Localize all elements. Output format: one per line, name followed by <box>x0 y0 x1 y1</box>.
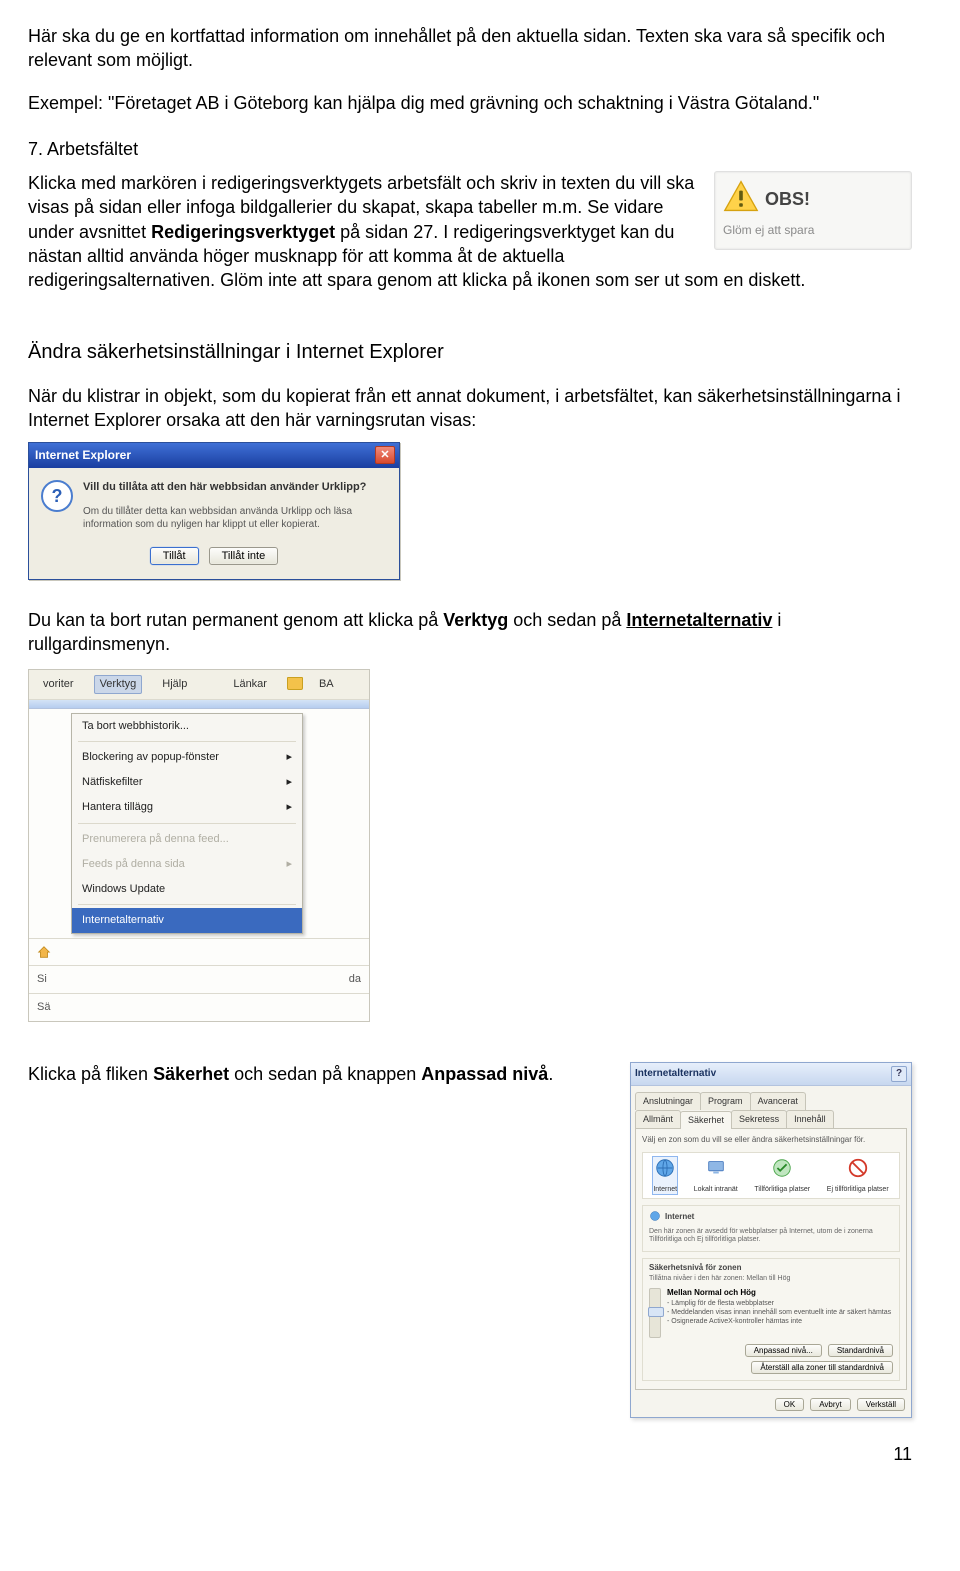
verktyg-menu-screenshot: voriter Verktyg Hjälp Länkar BA Ta bort … <box>28 669 370 1022</box>
menubar-tools[interactable]: Verktyg <box>94 675 143 694</box>
slider-thumb[interactable] <box>648 1307 664 1317</box>
zone-local-intranet[interactable]: Lokalt intranät <box>694 1157 738 1194</box>
zone-internet-group: Internet Den här zonen är avsedd för web… <box>642 1205 900 1252</box>
side-label-da: da <box>349 972 361 987</box>
ok-button[interactable]: OK <box>775 1398 805 1411</box>
dialog-question: Vill du tillåta att den här webbsidan an… <box>83 480 387 495</box>
ie-section-p1: När du klistrar in objekt, som du kopier… <box>28 384 912 433</box>
computer-icon <box>705 1157 727 1182</box>
folder-icon[interactable] <box>287 677 305 692</box>
obs-subtitle: Glöm ej att spara <box>723 222 903 238</box>
intro-p2: Exempel: "Företaget AB i Göteborg kan hj… <box>28 91 912 115</box>
obs-title: OBS! <box>765 187 810 211</box>
home-icon[interactable] <box>37 945 51 959</box>
side-label-si: Si <box>37 972 47 987</box>
level-range: Tillåtna nivåer i den här zonen: Mellan … <box>649 1275 893 1283</box>
custom-level-button[interactable]: Anpassad nivå... <box>745 1344 822 1357</box>
level-group-title: Säkerhetsnivå för zonen <box>649 1263 893 1274</box>
chevron-right-icon: ▸ <box>286 857 292 872</box>
menu-manage-addons[interactable]: Hantera tillägg▸ <box>72 795 302 820</box>
page-number: 11 <box>28 1442 912 1466</box>
menubar-help[interactable]: Hjälp <box>156 675 193 694</box>
menu-phishing-filter[interactable]: Nätfiskefilter▸ <box>72 770 302 795</box>
default-level-button[interactable]: Standardnivå <box>828 1344 893 1357</box>
tab-advanced[interactable]: Avancerat <box>750 1092 806 1110</box>
deny-button[interactable]: Tillåt inte <box>209 547 279 565</box>
ie-menubar: voriter Verktyg Hjälp Länkar BA <box>29 670 369 700</box>
menubar-favorites[interactable]: voriter <box>37 675 80 694</box>
menu-feeds-on-page: Feeds på denna sida▸ <box>72 852 302 877</box>
tab-privacy[interactable]: Sekretess <box>731 1110 787 1128</box>
tab-security[interactable]: Säkerhet <box>680 1111 732 1129</box>
ia-dialog-buttons: OK Avbryt Verkställ <box>631 1394 911 1417</box>
dialog-titlebar[interactable]: Internet Explorer ✕ <box>29 443 399 468</box>
tab-content[interactable]: Innehåll <box>786 1110 834 1128</box>
ie-sidebar-fragment <box>29 938 369 965</box>
security-level-group: Säkerhetsnivå för zonen Tillåtna nivåer … <box>642 1258 900 1381</box>
zone-description: Välj en zon som du vill se eller ändra s… <box>642 1135 900 1146</box>
ia-title: Internetalternativ <box>635 1067 716 1081</box>
dialog-title: Internet Explorer <box>35 447 131 463</box>
zone-trusted[interactable]: Tillförlitliga platser <box>754 1157 810 1194</box>
reset-zones-button[interactable]: Återställ alla zoner till standardnivå <box>751 1361 893 1374</box>
menubar-links[interactable]: Länkar <box>227 675 273 694</box>
chevron-right-icon: ▸ <box>286 800 292 815</box>
remove-box-paragraph: Du kan ta bort rutan permanent genom att… <box>28 608 912 657</box>
help-icon[interactable]: ? <box>891 1066 907 1082</box>
warning-triangle-icon <box>723 178 759 220</box>
menu-popup-blocker[interactable]: Blockering av popup-fönster▸ <box>72 745 302 770</box>
question-mark-icon: ? <box>41 480 73 512</box>
cancel-button[interactable]: Avbryt <box>810 1398 851 1411</box>
zone-internet-desc: Den här zonen är avsedd för webbplatser … <box>649 1228 893 1245</box>
globe-small-icon <box>649 1210 661 1226</box>
close-icon[interactable]: ✕ <box>375 446 395 464</box>
checkmark-icon <box>771 1157 793 1182</box>
internet-options-dialog: Internetalternativ ? Anslutningar Progra… <box>630 1062 912 1418</box>
zone-internet[interactable]: Internet <box>653 1157 677 1194</box>
ie-clipboard-dialog: Internet Explorer ✕ ? Vill du tillåta at… <box>28 442 400 580</box>
obs-callout: OBS! Glöm ej att spara <box>714 171 912 249</box>
click-tab-paragraph: Klicka på fliken Säkerhet och sedan på k… <box>28 1062 602 1086</box>
intro-p1: Här ska du ge en kortfattad information … <box>28 24 912 73</box>
level-bullets: Lämplig för de flesta webbplatser Meddel… <box>667 1299 891 1327</box>
section-7-heading: 7. Arbetsfältet <box>28 137 912 161</box>
chevron-right-icon: ▸ <box>286 775 292 790</box>
menu-windows-update[interactable]: Windows Update <box>72 877 302 902</box>
tab-connections[interactable]: Anslutningar <box>635 1092 701 1110</box>
menu-subscribe-feed: Prenumerera på denna feed... <box>72 827 302 852</box>
zone-restricted[interactable]: Ej tillförlitliga platser <box>827 1157 889 1194</box>
chevron-right-icon: ▸ <box>286 750 292 765</box>
dialog-description: Om du tillåter detta kan webbsidan använ… <box>83 505 387 531</box>
side-label-sa: Sä <box>37 1000 50 1015</box>
level-name: Mellan Normal och Hög <box>667 1288 891 1299</box>
security-slider[interactable] <box>649 1288 661 1338</box>
tab-programs[interactable]: Program <box>700 1092 751 1110</box>
ie-section-heading: Ändra säkerhetsinställningar i Internet … <box>28 339 912 366</box>
tab-general[interactable]: Allmänt <box>635 1110 681 1128</box>
page-content: Här ska du ge en kortfattad information … <box>28 24 912 1466</box>
ia-tabs: Anslutningar Program Avancerat Allmänt S… <box>631 1086 911 1128</box>
zone-list: Internet Lokalt intranät Tillförlitliga … <box>642 1152 900 1199</box>
addressbar-strip <box>29 700 369 709</box>
ia-titlebar[interactable]: Internetalternativ ? <box>631 1063 911 1086</box>
menu-delete-history[interactable]: Ta bort webbhistorik... <box>72 714 302 739</box>
no-entry-icon <box>847 1157 869 1182</box>
folder-label[interactable]: BA <box>319 677 334 692</box>
globe-icon <box>654 1157 676 1182</box>
apply-button[interactable]: Verkställ <box>857 1398 905 1411</box>
menu-internet-options[interactable]: Internetalternativ <box>72 908 302 933</box>
tools-dropdown: Ta bort webbhistorik... Blockering av po… <box>71 713 303 935</box>
allow-button[interactable]: Tillåt <box>150 547 199 565</box>
